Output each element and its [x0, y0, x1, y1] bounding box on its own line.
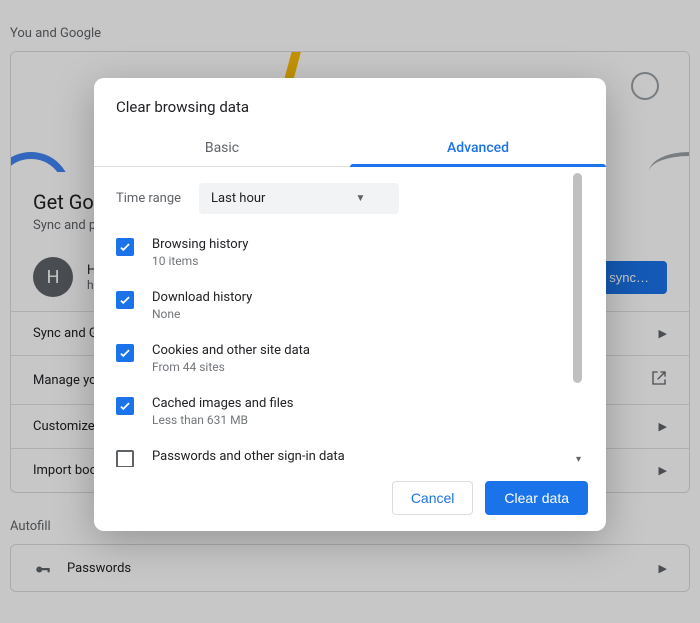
scroll-down-icon[interactable]: ▾ — [576, 454, 581, 465]
checkbox-passwords[interactable] — [116, 450, 134, 467]
tab-basic[interactable]: Basic — [94, 130, 350, 166]
checkbox-cached[interactable] — [116, 397, 134, 415]
cancel-button[interactable]: Cancel — [392, 481, 474, 515]
time-range-select[interactable]: Last hour ▼ — [199, 183, 399, 214]
chevron-down-icon: ▼ — [355, 193, 365, 204]
dialog-footer: Cancel Clear data — [94, 467, 606, 531]
label-download-history: Download history — [152, 290, 252, 305]
checkbox-browsing-history[interactable] — [116, 238, 134, 256]
sub-cached: Less than 631 MB — [152, 413, 293, 427]
dialog-tabs: Basic Advanced — [94, 130, 606, 167]
clear-browsing-data-dialog: Clear browsing data Basic Advanced Time … — [94, 78, 606, 531]
tab-advanced[interactable]: Advanced — [350, 130, 606, 166]
scrollbar-thumb[interactable] — [573, 173, 582, 383]
checkbox-cookies[interactable] — [116, 344, 134, 362]
label-passwords: Passwords and other sign-in data — [152, 449, 345, 464]
scrollbar-track[interactable]: ▾ — [571, 167, 584, 467]
label-browsing-history: Browsing history — [152, 237, 248, 252]
time-range-label: Time range — [116, 191, 181, 206]
dialog-title: Clear browsing data — [94, 78, 606, 130]
sub-cookies: From 44 sites — [152, 360, 310, 374]
sub-download-history: None — [152, 307, 252, 321]
sub-browsing-history: 10 items — [152, 254, 248, 268]
time-range-value: Last hour — [211, 191, 265, 206]
label-cookies: Cookies and other site data — [152, 343, 310, 358]
checkbox-download-history[interactable] — [116, 291, 134, 309]
clear-data-button[interactable]: Clear data — [485, 481, 588, 515]
sub-passwords: None — [152, 466, 345, 467]
label-cached: Cached images and files — [152, 396, 293, 411]
